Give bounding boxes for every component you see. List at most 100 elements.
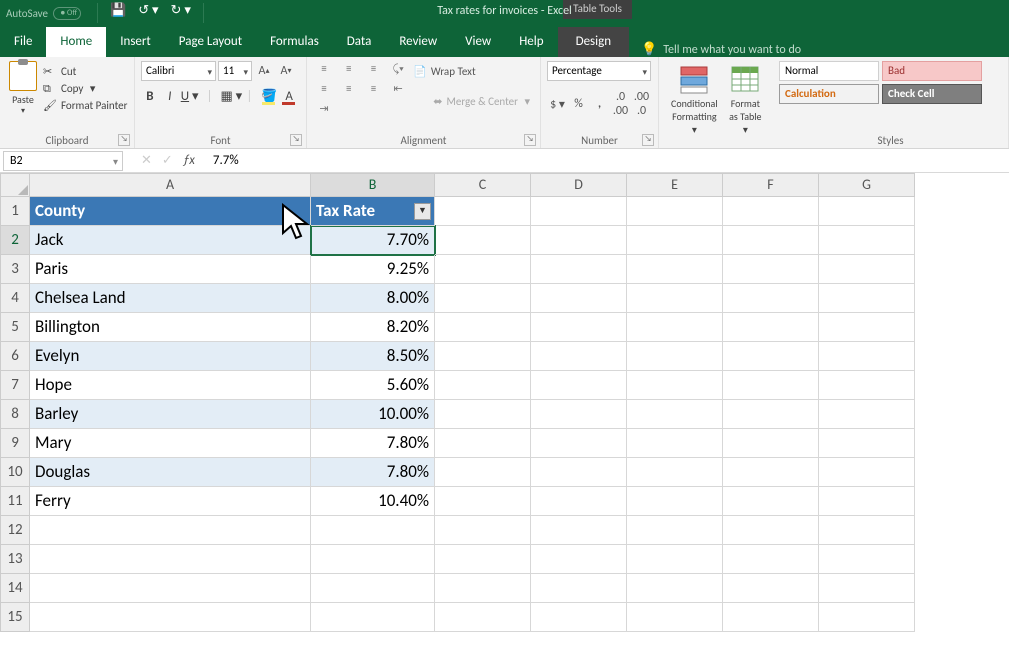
row-header-9[interactable]: 9 <box>0 429 30 458</box>
col-header-G[interactable]: G <box>819 173 915 197</box>
col-header-C[interactable]: C <box>435 173 531 197</box>
tab-view[interactable]: View <box>451 27 505 57</box>
row-header-5[interactable]: 5 <box>0 313 30 342</box>
cell-B11[interactable]: 10.40% <box>311 487 435 516</box>
tab-home[interactable]: Home <box>46 27 106 57</box>
number-dialog-launcher[interactable]: ↘ <box>642 134 654 146</box>
styles-gallery[interactable]: Normal Bad Calculation Check Cell <box>779 61 989 104</box>
cell-B1[interactable]: Tax Rate▼ <box>311 197 435 226</box>
align-left-icon[interactable]: ≡ <box>314 82 334 100</box>
tab-data[interactable]: Data <box>333 27 386 57</box>
save-icon[interactable]: 💾 <box>110 3 126 23</box>
border-button[interactable]: ▦ ▾ <box>220 89 238 104</box>
cell-B8[interactable]: 10.00% <box>311 400 435 429</box>
cell-B7[interactable]: 5.60% <box>311 371 435 400</box>
row-header-10[interactable]: 10 <box>0 458 30 487</box>
align-middle-icon[interactable]: ≡ <box>339 62 359 80</box>
name-box[interactable]: B2 <box>3 151 123 171</box>
undo-icon[interactable]: ↺ ▾ <box>138 3 158 23</box>
cell-B4[interactable]: 8.00% <box>311 284 435 313</box>
autosave-slider[interactable]: ● Off <box>53 7 81 20</box>
row-header-15[interactable]: 15 <box>0 603 30 632</box>
cell-C1[interactable] <box>435 197 531 226</box>
number-format-select[interactable]: Percentage <box>547 61 651 81</box>
style-check-cell[interactable]: Check Cell <box>882 84 982 104</box>
confirm-formula-icon[interactable]: ✓ <box>162 153 173 168</box>
tab-review[interactable]: Review <box>385 27 451 57</box>
conditional-formatting-button[interactable]: Conditional Formatting▾ <box>665 61 724 138</box>
cell-A9[interactable]: Mary <box>30 429 311 458</box>
cell-B9[interactable]: 7.80% <box>311 429 435 458</box>
row-header-11[interactable]: 11 <box>0 487 30 516</box>
cell-B10[interactable]: 7.80% <box>311 458 435 487</box>
cancel-formula-icon[interactable]: ✕ <box>141 153 152 168</box>
col-header-F[interactable]: F <box>723 173 819 197</box>
redo-icon[interactable]: ↻ ▾ <box>171 3 191 23</box>
fx-icon[interactable]: ƒx <box>183 153 195 168</box>
cell-A11[interactable]: Ferry <box>30 487 311 516</box>
copy-button[interactable]: ⧉Copy ▾ <box>43 80 127 97</box>
tab-file[interactable]: File <box>0 27 46 57</box>
increase-decimal-icon[interactable]: .0.00 <box>610 90 631 118</box>
fill-color-button[interactable]: 🪣 <box>260 89 278 104</box>
tell-me-search[interactable]: 💡 Tell me what you want to do <box>641 42 801 57</box>
font-color-button[interactable]: A <box>280 89 298 104</box>
underline-button[interactable]: U ▾ <box>181 89 199 104</box>
worksheet-grid[interactable]: A B C D E F G 1 County Tax Rate▼ 2 Jack … <box>0 173 1009 632</box>
alignment-dialog-launcher[interactable]: ↘ <box>524 134 536 146</box>
formula-value[interactable]: 7.7% <box>213 153 239 168</box>
cell-A7[interactable]: Hope <box>30 371 311 400</box>
cell-A5[interactable]: Billington <box>30 313 311 342</box>
style-bad[interactable]: Bad <box>882 61 982 81</box>
font-dialog-launcher[interactable]: ↘ <box>290 134 302 146</box>
col-header-A[interactable]: A <box>30 173 311 197</box>
comma-button[interactable]: , <box>589 97 610 111</box>
cell-A10[interactable]: Douglas <box>30 458 311 487</box>
row-header-3[interactable]: 3 <box>0 255 30 284</box>
cell-B3[interactable]: 9.25% <box>311 255 435 284</box>
decrease-indent-icon[interactable]: ⇤ <box>388 82 408 100</box>
clipboard-dialog-launcher[interactable]: ↘ <box>118 134 130 146</box>
style-normal[interactable]: Normal <box>779 61 879 81</box>
tab-formulas[interactable]: Formulas <box>256 27 333 57</box>
align-top-icon[interactable]: ≡ <box>314 62 334 80</box>
col-header-B[interactable]: B <box>311 173 435 197</box>
row-header-7[interactable]: 7 <box>0 371 30 400</box>
row-header-13[interactable]: 13 <box>0 545 30 574</box>
increase-font-icon[interactable]: A▴ <box>254 61 274 81</box>
percent-button[interactable]: % <box>568 97 589 111</box>
col-header-E[interactable]: E <box>627 173 723 197</box>
filter-dropdown-icon[interactable]: ▼ <box>414 203 431 220</box>
tab-page-layout[interactable]: Page Layout <box>165 27 256 57</box>
format-painter-button[interactable]: 🖌Format Painter <box>43 97 127 114</box>
row-header-8[interactable]: 8 <box>0 400 30 429</box>
row-header-14[interactable]: 14 <box>0 574 30 603</box>
row-header-6[interactable]: 6 <box>0 342 30 371</box>
align-bottom-icon[interactable]: ≡ <box>363 62 383 80</box>
style-calculation[interactable]: Calculation <box>779 84 879 104</box>
cell-A6[interactable]: Evelyn <box>30 342 311 371</box>
cell-A3[interactable]: Paris <box>30 255 311 284</box>
cell-A4[interactable]: Chelsea Land <box>30 284 311 313</box>
cell-B2[interactable]: 7.70% <box>311 226 435 255</box>
italic-button[interactable]: I <box>161 89 179 104</box>
increase-indent-icon[interactable]: ⇥ <box>314 102 334 120</box>
autosave-toggle[interactable]: AutoSave ● Off <box>6 7 81 20</box>
orientation-icon[interactable]: ⤹▾ <box>388 62 408 80</box>
cell-B6[interactable]: 8.50% <box>311 342 435 371</box>
row-header-1[interactable]: 1 <box>0 197 30 226</box>
currency-button[interactable]: $ ▾ <box>547 97 568 112</box>
cell-A2[interactable]: Jack <box>30 226 311 255</box>
row-header-12[interactable]: 12 <box>0 516 30 545</box>
decrease-decimal-icon[interactable]: .00.0 <box>631 90 652 118</box>
paste-button[interactable]: Paste ▾ <box>6 61 40 116</box>
align-right-icon[interactable]: ≡ <box>363 82 383 100</box>
align-center-icon[interactable]: ≡ <box>339 82 359 100</box>
tab-help[interactable]: Help <box>505 27 557 57</box>
col-header-D[interactable]: D <box>531 173 627 197</box>
wrap-text-button[interactable]: 📄Wrap Text <box>409 63 479 80</box>
format-as-table-button[interactable]: Format as Table▾ <box>724 61 767 138</box>
tab-design[interactable]: Design <box>558 27 629 57</box>
row-header-2[interactable]: 2 <box>0 226 30 255</box>
tab-insert[interactable]: Insert <box>106 27 165 57</box>
